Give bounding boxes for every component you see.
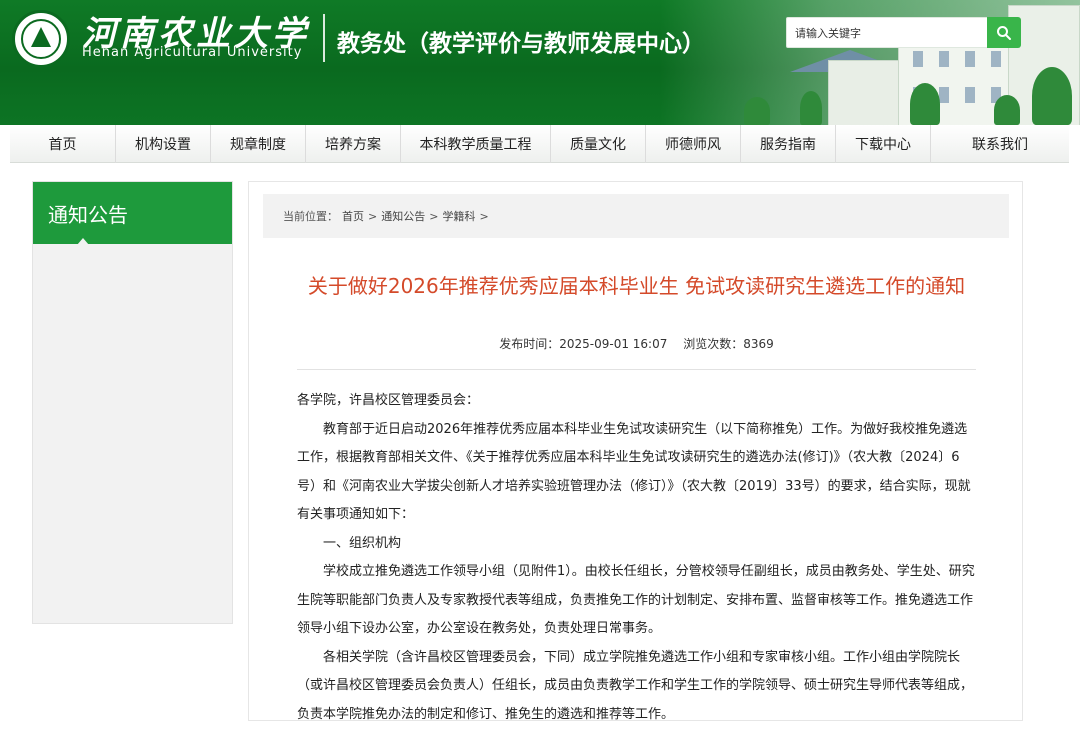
- nav-item-organization[interactable]: 机构设置: [116, 125, 211, 163]
- sidebar-title: 通知公告: [33, 182, 232, 244]
- breadcrumb-separator: >: [368, 210, 377, 223]
- department-title: 教务处（教学评价与教师发展中心）: [337, 24, 705, 58]
- article-title: 关于做好2026年推荐优秀应届本科毕业生 免试攻读研究生遴选工作的通知: [249, 270, 1024, 299]
- tree: [994, 95, 1020, 125]
- publish-time-value: 2025-09-01 16:07: [559, 337, 667, 351]
- tree: [910, 83, 940, 125]
- breadcrumb-registrar-link[interactable]: 学籍科: [442, 208, 475, 224]
- search-icon: [996, 25, 1012, 41]
- publish-time-label: 发布时间：: [499, 337, 559, 351]
- nav-item-quality-culture[interactable]: 质量文化: [551, 125, 646, 163]
- article-meta: 发布时间：2025-09-01 16:07 浏览次数：8369: [249, 335, 1024, 352]
- nav-item-quality-project[interactable]: 本科教学质量工程: [401, 125, 551, 163]
- tree: [1032, 67, 1072, 125]
- article-paragraph: 各学院，许昌校区管理委员会：: [297, 387, 977, 416]
- building-window: [939, 87, 949, 103]
- search-button[interactable]: [987, 17, 1021, 48]
- search-input[interactable]: 请输入关键字: [786, 17, 990, 48]
- breadcrumb-separator: >: [429, 210, 438, 223]
- building-window: [939, 51, 949, 67]
- university-name-en: Henan Agricultural University: [82, 45, 302, 60]
- breadcrumb-notices-link[interactable]: 通知公告: [381, 208, 425, 224]
- breadcrumb-home-link[interactable]: 首页: [342, 208, 364, 224]
- tree: [744, 97, 770, 125]
- publish-time: 发布时间：2025-09-01 16:07: [499, 337, 667, 351]
- nav-item-contact[interactable]: 联系我们: [931, 125, 1069, 163]
- nav-item-regulations[interactable]: 规章制度: [211, 125, 306, 163]
- header-divider: [323, 14, 325, 62]
- view-count-value: 8369: [743, 337, 774, 351]
- building-window: [913, 51, 923, 67]
- building-window: [965, 87, 975, 103]
- university-logo[interactable]: [12, 10, 70, 68]
- article-paragraph: 学校成立推免遴选工作领导小组（见附件1）。由校长任组长，分管校领导任副组长，成员…: [297, 558, 977, 644]
- sidebar: 通知公告: [32, 181, 233, 624]
- breadcrumb: 当前位置： 首页 > 通知公告 > 学籍科 >: [263, 194, 1009, 238]
- article-panel: 当前位置： 首页 > 通知公告 > 学籍科 > 关于做好2026年推荐优秀应届本…: [248, 181, 1023, 721]
- building-window: [991, 51, 1001, 67]
- nav-item-training-plans[interactable]: 培养方案: [306, 125, 401, 163]
- nav-item-service-guide[interactable]: 服务指南: [741, 125, 836, 163]
- breadcrumb-prefix: 当前位置：: [283, 208, 338, 224]
- nav-item-downloads[interactable]: 下载中心: [836, 125, 931, 163]
- tree: [800, 91, 822, 125]
- site-header: 河南农业大学 Henan Agricultural University 教务处…: [0, 0, 1080, 125]
- breadcrumb-separator: >: [479, 210, 488, 223]
- view-count-label: 浏览次数：: [683, 337, 743, 351]
- main-nav: 首页 机构设置 规章制度 培养方案 本科教学质量工程 质量文化 师德师风 服务指…: [10, 125, 1069, 163]
- article-section-heading: 一、组织机构: [297, 530, 977, 559]
- article-body: 各学院，许昌校区管理委员会： 教育部于近日启动2026年推荐优秀应届本科毕业生免…: [297, 387, 977, 729]
- building-window: [965, 51, 975, 67]
- article-paragraph: 各相关学院（含许昌校区管理委员会，下同）成立学院推免遴选工作小组和专家审核小组。…: [297, 644, 977, 729]
- logo-emblem-icon: [21, 19, 61, 59]
- nav-item-home[interactable]: 首页: [10, 125, 116, 163]
- article-divider: [297, 369, 976, 370]
- nav-item-teacher-ethics[interactable]: 师德师风: [646, 125, 741, 163]
- view-count: 浏览次数：8369: [683, 337, 774, 351]
- article-paragraph: 教育部于近日启动2026年推荐优秀应届本科毕业生免试攻读研究生（以下简称推免）工…: [297, 416, 977, 530]
